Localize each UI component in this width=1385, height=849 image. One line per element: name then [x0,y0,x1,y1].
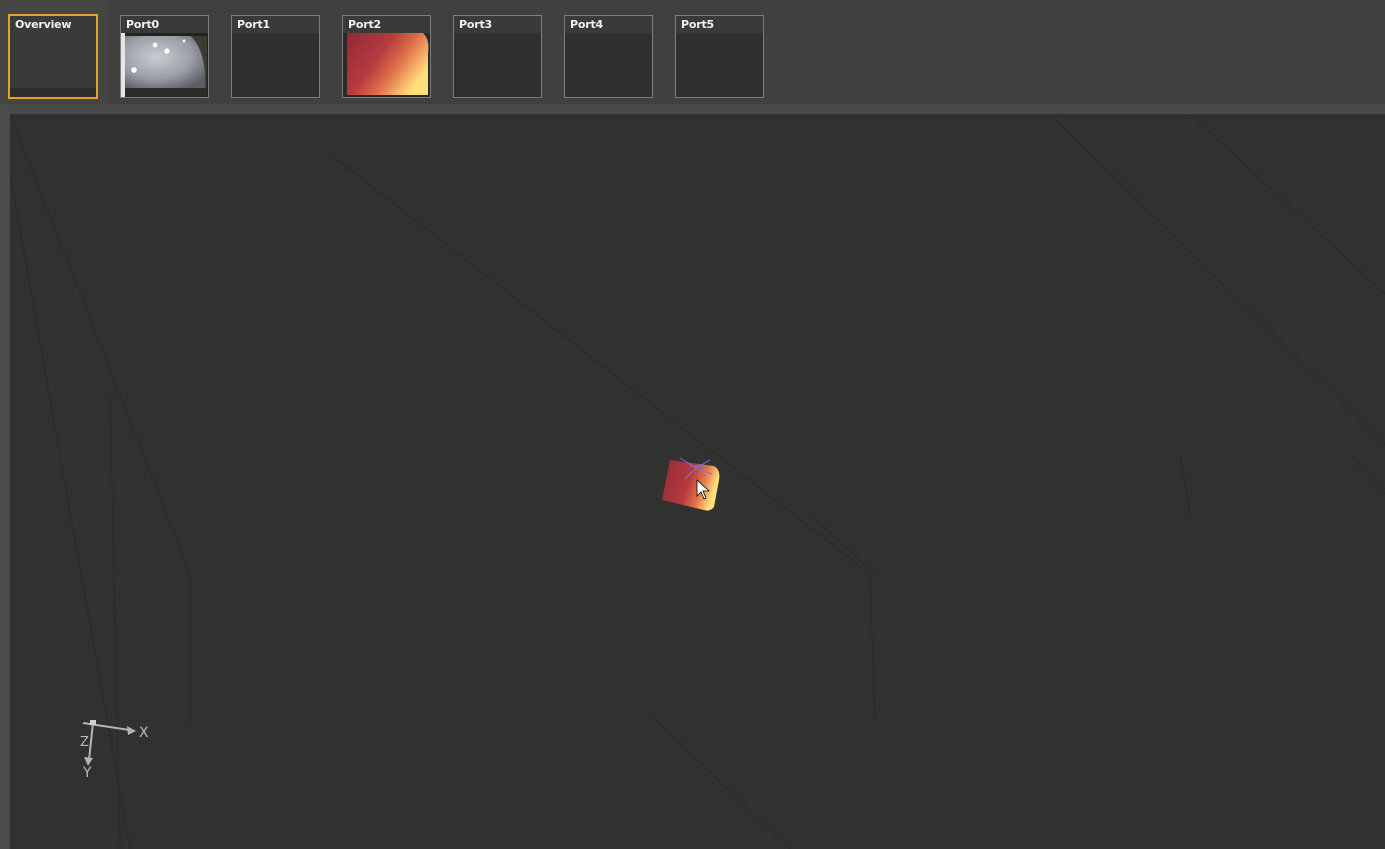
axis-y-label: Y [83,765,92,781]
tab-label: Port2 [348,18,381,31]
thermal-camera-frustum[interactable] [662,457,720,511]
tab-port1[interactable]: Port1 [231,15,320,98]
tab-label: Port5 [681,18,714,31]
scene-canvas [10,114,1385,849]
tab-preview-empty [454,33,541,97]
tab-preview-empty [10,33,96,88]
tab-preview-empty [565,33,652,97]
tab-preview-empty [676,33,763,97]
tab-label: Port1 [237,18,270,31]
axis-gizmo [82,720,136,766]
tab-overview[interactable]: Overview [8,14,98,99]
y-axis-arrow [88,722,94,761]
camera-preview-image [121,33,207,97]
app-window: Overview Port0 Port1 Port2 Port3 Port4 P… [0,0,1385,849]
tab-strip-separator [0,104,1385,114]
axis-z-label: Z [80,735,89,750]
tab-label: Port0 [126,18,159,31]
tab-port0[interactable]: Port0 [120,15,209,98]
tab-preview-camera [121,33,208,97]
tab-preview-thermal [343,33,430,97]
tab-port5[interactable]: Port5 [675,15,764,98]
tab-port2[interactable]: Port2 [342,15,431,98]
tab-label: Overview [15,18,72,31]
tab-preview-empty [232,33,319,97]
axis-origin [90,720,96,725]
tab-label: Port3 [459,18,492,31]
tab-label: Port4 [570,18,603,31]
tab-port4[interactable]: Port4 [564,15,653,98]
tab-footer [10,88,96,97]
x-axis-arrowhead [127,726,136,735]
scene-wireframe-secondary [49,233,1261,635]
viewport-left-gutter [0,104,10,849]
axis-x-label: X [139,725,149,741]
port-tab-strip: Overview Port0 Port1 Port2 Port3 Port4 P… [0,0,1385,104]
thermal-preview-image [347,33,429,95]
3d-overview-viewport[interactable]: X Z Y [10,114,1385,849]
tab-port3[interactable]: Port3 [453,15,542,98]
